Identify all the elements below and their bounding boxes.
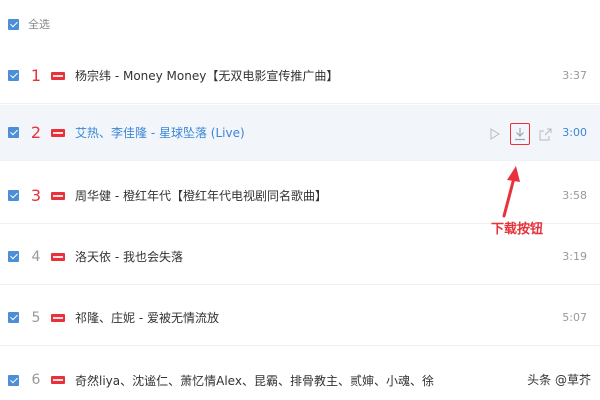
song-title[interactable]: 杨宗纬 - Money Money【无双电影宣传推广曲】 xyxy=(75,67,338,84)
new-badge-icon xyxy=(51,128,65,137)
song-duration: 5:07 xyxy=(562,311,587,324)
rank-number: 2 xyxy=(30,123,42,142)
rank-number: 1 xyxy=(30,66,42,85)
song-checkbox[interactable] xyxy=(8,127,19,138)
song-title[interactable]: 洛天依 - 我也会失落 xyxy=(75,248,183,265)
download-icon[interactable] xyxy=(510,123,530,145)
song-checkbox[interactable] xyxy=(8,251,19,262)
song-title[interactable]: 奇然liya、沈谧仁、萧忆情Alex、昆霸、排骨教主、贰婶、小魂、徐... xyxy=(75,372,435,389)
rank-number: 6 xyxy=(31,372,41,388)
rank-number: 5 xyxy=(31,309,41,326)
rank-number: 4 xyxy=(31,248,41,265)
new-badge-icon xyxy=(51,191,65,200)
new-badge-icon xyxy=(51,376,65,384)
song-title[interactable]: 艾热、李佳隆 - 星球坠落 (Live) xyxy=(75,124,245,141)
song-duration: 3:00 xyxy=(562,126,587,139)
song-checkbox[interactable] xyxy=(8,190,19,201)
annotation-label: 下载按钮 xyxy=(491,222,544,237)
song-checkbox[interactable] xyxy=(8,312,19,323)
song-title[interactable]: 周华健 - 橙红年代【橙红年代电视剧同名歌曲】 xyxy=(75,187,327,204)
select-all-row[interactable]: 全选 xyxy=(8,14,50,34)
row-actions xyxy=(488,123,552,145)
song-checkbox[interactable] xyxy=(8,70,19,81)
song-duration: 3:37 xyxy=(562,69,587,82)
new-badge-icon xyxy=(51,252,65,261)
annotation-arrow-icon xyxy=(502,166,520,218)
rank-number: 3 xyxy=(30,186,42,205)
play-icon[interactable] xyxy=(488,126,502,142)
song-row[interactable]: 5 祁隆、庄妮 - 爱被无情流放 5:07 xyxy=(0,290,600,346)
new-badge-icon xyxy=(51,313,65,322)
song-duration: 3:19 xyxy=(562,250,587,263)
song-row[interactable]: 4 洛天依 - 我也会失落 3:19 xyxy=(0,229,600,285)
select-all-checkbox[interactable] xyxy=(8,18,19,30)
song-duration: 3:58 xyxy=(562,189,587,202)
song-row[interactable]: 6 奇然liya、沈谧仁、萧忆情Alex、昆霸、排骨教主、贰婶、小魂、徐... xyxy=(0,352,600,400)
new-badge-icon xyxy=(51,71,65,80)
song-title[interactable]: 祁隆、庄妮 - 爱被无情流放 xyxy=(75,309,219,326)
watermark: 头条 @草芥 xyxy=(527,373,591,387)
song-checkbox[interactable] xyxy=(8,374,19,386)
select-all-label: 全选 xyxy=(28,18,50,31)
share-icon[interactable] xyxy=(538,126,552,142)
song-row-active[interactable]: 2 艾热、李佳隆 - 星球坠落 (Live) 3:00 xyxy=(0,105,600,161)
song-row[interactable]: 1 杨宗纬 - Money Money【无双电影宣传推广曲】 3:37 xyxy=(0,48,600,104)
